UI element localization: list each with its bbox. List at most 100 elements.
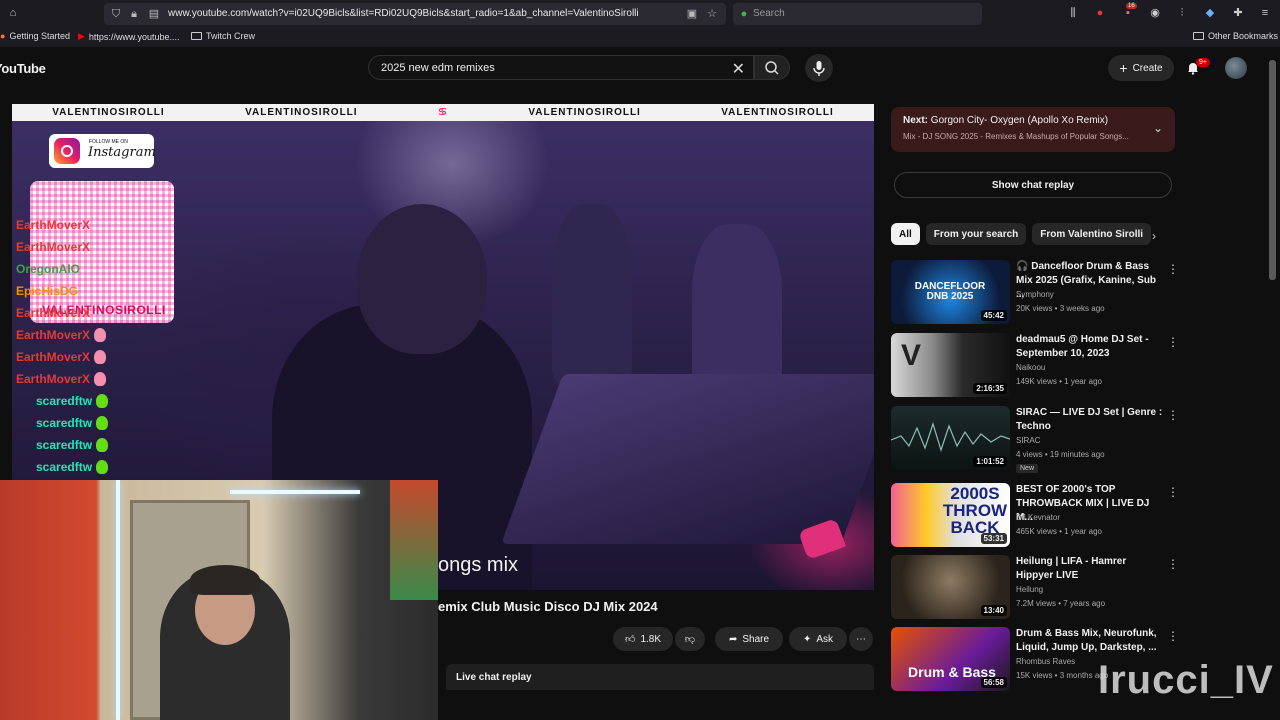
- video-thumbnail[interactable]: DANCEFLOOR DNB 2025 45:42: [891, 260, 1010, 324]
- page-info-icon[interactable]: ▤: [148, 8, 160, 20]
- chevron-right-icon[interactable]: ›: [1152, 229, 1156, 243]
- up-next-prefix: Next:: [903, 115, 929, 126]
- avatar[interactable]: [1225, 57, 1247, 79]
- chip-all[interactable]: All: [891, 223, 920, 245]
- library-icon[interactable]: ⫼: [1066, 6, 1080, 20]
- bookmark-star-icon[interactable]: ☆: [706, 8, 718, 20]
- search-button[interactable]: [754, 55, 790, 80]
- more-vertical-icon[interactable]: ⋮: [1167, 262, 1179, 276]
- channel-name: SIRAC: [1016, 436, 1041, 445]
- list-item[interactable]: DANCEFLOOR DNB 2025 45:42 🎧 Dancefloor D…: [891, 260, 1181, 324]
- live-chat-replay-panel[interactable]: Live chat replay: [446, 664, 874, 690]
- list-item[interactable]: 13:40 Heilung | LIFA - Hamrer Hippyer LI…: [891, 555, 1181, 619]
- more-vertical-icon[interactable]: ⋮: [1167, 557, 1179, 571]
- chip-from-channel[interactable]: From Valentino Sirolli: [1032, 223, 1152, 245]
- clear-icon[interactable]: ✕: [732, 59, 745, 79]
- menu-icon[interactable]: ≡: [1258, 6, 1272, 20]
- stats-extension-icon[interactable]: ⫶: [1175, 6, 1189, 20]
- view-meta: 149K views • 1 year ago: [1016, 377, 1102, 386]
- browser-search-box[interactable]: ● Search: [733, 3, 982, 25]
- extensions-puzzle-icon[interactable]: ✚: [1231, 6, 1245, 20]
- banner-logo-icon: ♋︎: [437, 107, 448, 118]
- emote-icon: [94, 328, 107, 342]
- other-bookmarks[interactable]: Other Bookmarks: [1193, 31, 1278, 41]
- video-thumbnail[interactable]: 1:01:52: [891, 406, 1010, 470]
- up-next-card[interactable]: Next: Gorgon City- Oxygen (Apollo Xo Rem…: [891, 107, 1175, 152]
- like-count: 1.8K: [640, 633, 662, 645]
- channel-name: Rhombus Raves: [1016, 657, 1076, 666]
- emote-icon: [96, 394, 109, 408]
- youtube-logo[interactable]: YouTube: [0, 61, 46, 76]
- duration-badge: 2:16:35: [973, 383, 1007, 394]
- youtube-search-input[interactable]: 2025 new edm remixes ✕: [368, 55, 754, 80]
- address-bar[interactable]: ⛉ 🔒︎ ▤ www.youtube.com/watch?v=i02UQ9Bic…: [104, 3, 726, 25]
- channel-name: Symphony: [1016, 290, 1054, 299]
- video-thumbnail[interactable]: 2000S THROW BACK 53:31: [891, 483, 1010, 547]
- chat-username: scaredftw: [36, 416, 93, 430]
- video-thumbnail[interactable]: V 2:16:35: [891, 333, 1010, 397]
- like-button[interactable]: 👍︎ 1.8K: [613, 627, 673, 651]
- shield-icon[interactable]: ⛉: [110, 8, 122, 20]
- emote-icon: [96, 438, 109, 452]
- dj-mixer: [501, 374, 874, 544]
- thumbnail-text: 2000S THROW BACK: [942, 484, 1008, 537]
- firefox-icon: ●: [0, 31, 6, 41]
- more-actions-button[interactable]: ⋯: [849, 627, 873, 651]
- recommendation-title: SIRAC — LIVE DJ Set | Genre : Techno: [1016, 407, 1163, 432]
- webcam-poster: [390, 480, 438, 600]
- more-horizontal-icon: ⋯: [856, 633, 866, 645]
- account-icon[interactable]: ◉: [1148, 6, 1162, 20]
- show-chat-replay-button[interactable]: Show chat replay: [894, 172, 1172, 198]
- share-button[interactable]: ➦ Share: [715, 627, 783, 651]
- list-item[interactable]: V 2:16:35 deadmau5 @ Home DJ Set - Septe…: [891, 333, 1181, 397]
- list-item[interactable]: 1:01:52 SIRAC — LIVE DJ Set | Genre : Te…: [891, 406, 1181, 473]
- more-vertical-icon[interactable]: ⋮: [1167, 335, 1179, 349]
- bookmark-twitch-crew[interactable]: Twitch Crew: [191, 31, 255, 41]
- more-vertical-icon[interactable]: ⋮: [1167, 629, 1179, 643]
- plus-icon: +: [1119, 60, 1128, 76]
- share-icon: ➦: [728, 633, 738, 645]
- shield-extension-icon[interactable]: ◆: [1203, 6, 1217, 20]
- new-badge: New: [1016, 464, 1039, 473]
- chat-line: scaredftw: [16, 412, 156, 434]
- video-thumbnail[interactable]: Drum & Bass 56:58: [891, 627, 1010, 691]
- streamer-hair: [190, 565, 260, 595]
- chat-line: scaredftw: [16, 456, 156, 478]
- search-engine-icon: ●: [740, 8, 748, 20]
- chat-line: EarthMoverX: [16, 368, 156, 390]
- create-button[interactable]: + Create: [1108, 55, 1174, 81]
- banner-text: VALENTINOSIROLLI: [52, 107, 165, 118]
- chat-line: scaredftw: [16, 434, 156, 456]
- channel-name: DJ Kevnator: [1016, 513, 1061, 522]
- chevron-down-icon[interactable]: ⌄: [1153, 121, 1163, 135]
- create-label: Create: [1132, 62, 1163, 74]
- scrollbar[interactable]: [1269, 60, 1276, 280]
- dislike-button[interactable]: 👎︎: [675, 627, 705, 651]
- bookmark-label: Twitch Crew: [206, 31, 256, 41]
- filter-chips: All From your search From Valentino Siro…: [891, 223, 1152, 247]
- voice-search-button[interactable]: [805, 54, 833, 82]
- more-vertical-icon[interactable]: ⋮: [1167, 408, 1179, 422]
- folder-icon: [1193, 32, 1204, 40]
- chip-from-your-search[interactable]: From your search: [925, 223, 1027, 245]
- share-label: Share: [742, 633, 770, 645]
- video-thumbnail[interactable]: 13:40: [891, 555, 1010, 619]
- webcam-led-strip: [230, 490, 360, 494]
- duration-badge: 1:01:52: [973, 456, 1007, 467]
- home-icon[interactable]: ⌂: [6, 6, 20, 20]
- dj-head: [357, 204, 487, 354]
- list-item[interactable]: 2000S THROW BACK 53:31 BEST OF 2000's TO…: [891, 483, 1181, 547]
- bookmark-getting-started[interactable]: ● Getting Started: [0, 31, 70, 41]
- bookmark-youtube[interactable]: ▶ https://www.youtube....: [78, 31, 179, 42]
- more-vertical-icon[interactable]: ⋮: [1167, 485, 1179, 499]
- channel-name: Heilung: [1016, 585, 1044, 594]
- banner-text: VALENTINOSIROLLI: [528, 107, 641, 118]
- bookmarks-toolbar: ● Getting Started ▶ https://www.youtube...…: [0, 28, 1280, 47]
- extension-red-icon[interactable]: ●: [1093, 6, 1107, 20]
- chat-line: EarthMoverX: [16, 302, 156, 324]
- extension-badge: 16: [1126, 3, 1137, 9]
- ask-button[interactable]: ✦ Ask: [789, 627, 847, 651]
- chat-username: EarthMoverX: [16, 350, 91, 364]
- picture-in-picture-icon[interactable]: ▣: [686, 8, 698, 20]
- emote-icon: [94, 350, 107, 364]
